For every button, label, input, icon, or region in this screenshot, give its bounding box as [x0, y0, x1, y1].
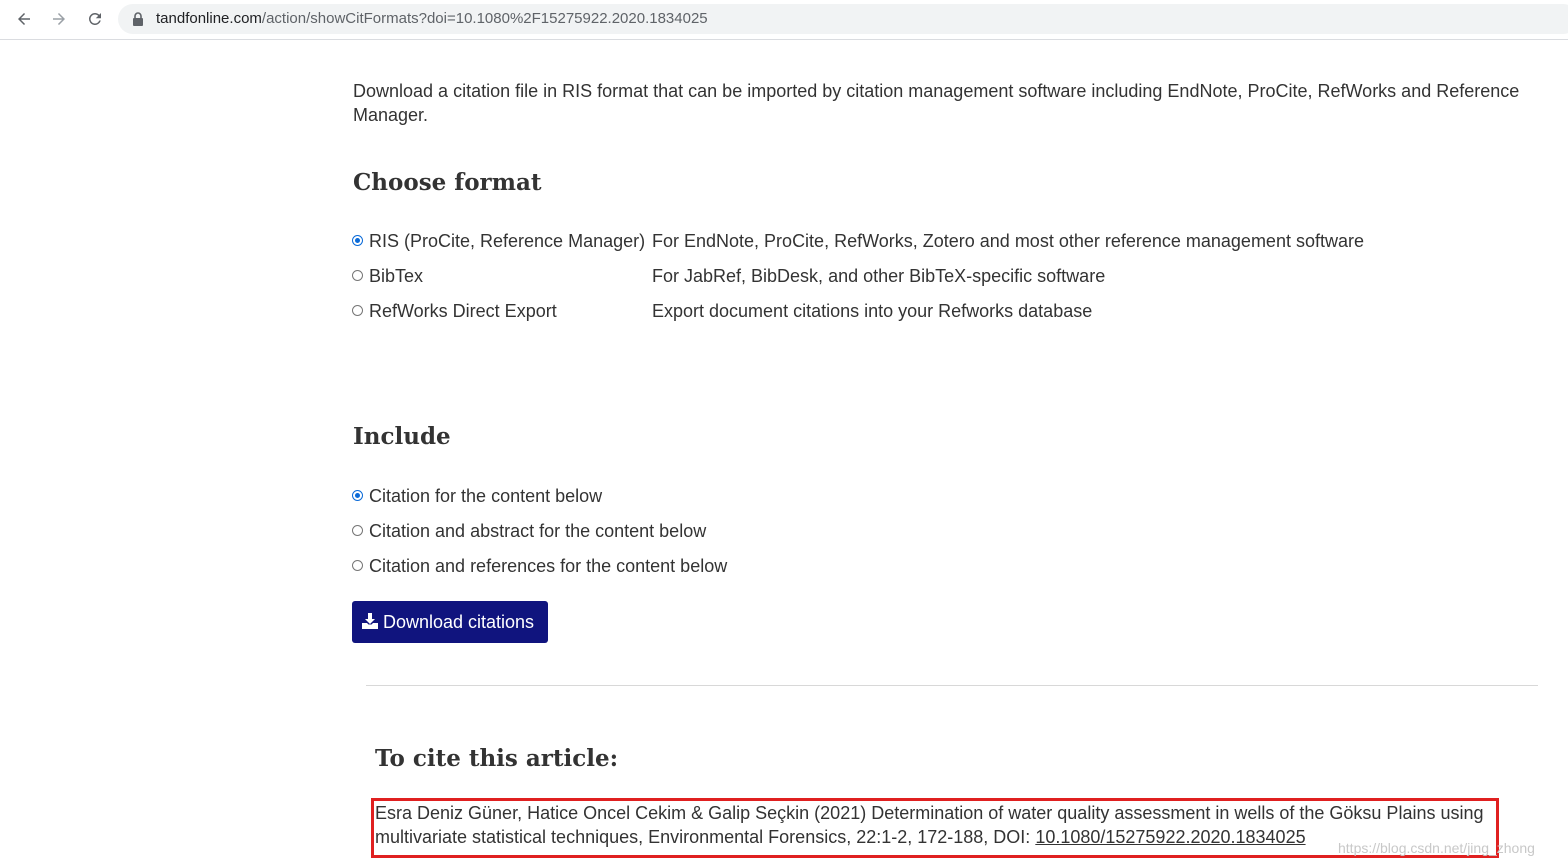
address-bar[interactable]: tandfonline.com/action/showCitFormats?do… — [118, 4, 1568, 34]
format-option-ris[interactable]: RIS (ProCite, Reference Manager) — [352, 229, 645, 253]
include-label-references: Citation and references for the content … — [369, 555, 728, 576]
format-label-refworks: RefWorks Direct Export — [369, 300, 557, 321]
citation-text: Esra Deniz Güner, Hatice Oncel Cekim & G… — [375, 801, 1500, 849]
browser-toolbar: tandfonline.com/action/showCitFormats?do… — [0, 0, 1568, 40]
format-desc-ris: For EndNote, ProCite, RefWorks, Zotero a… — [652, 231, 1364, 251]
format-label-ris: RIS (ProCite, Reference Manager) — [369, 230, 646, 251]
format-desc-bibtex: For JabRef, BibDesk, and other BibTeX-sp… — [652, 266, 1106, 286]
arrow-right-icon — [53, 13, 65, 25]
radio-abstract[interactable] — [352, 524, 363, 536]
arrow-left-icon — [18, 13, 30, 25]
divider — [366, 685, 1538, 686]
intro-text: Download a citation file in RIS format t… — [353, 81, 1520, 125]
format-label-bibtex: BibTex — [369, 265, 424, 286]
include-heading: Include — [353, 423, 451, 450]
format-desc-refworks: Export document citations into your Refw… — [652, 301, 1093, 321]
choose-format-heading: Choose format — [353, 169, 542, 196]
url-host: tandfonline.com — [156, 10, 262, 27]
download-icon — [361, 612, 378, 629]
radio-references[interactable] — [352, 559, 363, 571]
cite-heading: To cite this article: — [375, 745, 619, 772]
reload-button[interactable] — [83, 7, 107, 31]
format-option-refworks[interactable]: RefWorks Direct Export — [352, 299, 557, 323]
url-path: /action/showCitFormats?doi=10.1080%2F152… — [261, 10, 708, 27]
radio-bibtex[interactable] — [352, 269, 363, 281]
radio-ris[interactable] — [352, 234, 363, 246]
url-text: tandfonline.com/action/showCitFormats?do… — [156, 10, 708, 28]
citation-body: Esra Deniz Güner, Hatice Oncel Cekim & G… — [375, 803, 1484, 847]
radio-citation[interactable] — [352, 489, 363, 501]
format-option-bibtex[interactable]: BibTex — [352, 264, 423, 288]
include-label-citation: Citation for the content below — [369, 485, 603, 506]
include-option-references[interactable]: Citation and references for the content … — [352, 554, 727, 578]
reload-icon — [88, 12, 101, 25]
download-citations-label: Download citations — [382, 611, 535, 632]
include-option-abstract[interactable]: Citation and abstract for the content be… — [352, 519, 706, 543]
lock-icon — [133, 12, 143, 26]
doi-link[interactable]: 10.1080/15275922.2020.1834025 — [1035, 827, 1305, 847]
radio-refworks[interactable] — [352, 304, 363, 316]
download-citations-button[interactable]: Download citations — [352, 601, 548, 643]
watermark: https://blog.csdn.net/jing_zhong — [1338, 840, 1535, 856]
forward-button[interactable] — [47, 7, 71, 31]
include-label-abstract: Citation and abstract for the content be… — [369, 520, 707, 541]
include-option-citation[interactable]: Citation for the content below — [352, 484, 602, 508]
back-button[interactable] — [12, 7, 36, 31]
